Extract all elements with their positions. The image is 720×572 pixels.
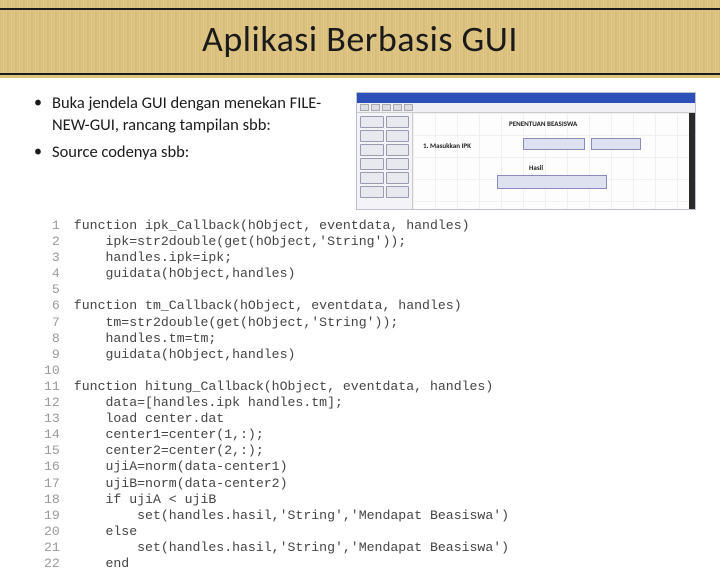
code-line: center2=center(2,:); (74, 443, 688, 459)
content-row: Buka jendela GUI dengan menekan FILE-NEW… (0, 78, 720, 218)
palette-item-icon (386, 158, 410, 170)
palette-item-icon (386, 144, 410, 156)
toolbar-button-icon (404, 104, 413, 111)
code-line: load center.dat (74, 411, 688, 427)
code-line (74, 282, 688, 298)
line-number: 7 (44, 315, 60, 331)
palette-item-icon (386, 186, 410, 198)
line-number: 10 (44, 363, 60, 379)
slide-title: Aplikasi Berbasis GUI (202, 17, 518, 61)
line-number: 4 (44, 266, 60, 282)
code-line: ujiA=norm(data-center1) (74, 459, 688, 475)
gui-canvas: PENENTUAN BEASISWA 1. Masukkan IPK Hasil (413, 113, 695, 209)
code-line: tm=str2double(get(hObject,'String')); (74, 315, 688, 331)
palette-item-icon (360, 172, 384, 184)
line-number: 14 (44, 427, 60, 443)
palette-item-icon (360, 116, 384, 128)
code-block: 12345678910111213141516171819202122 func… (0, 218, 720, 572)
code-line: guidata(hObject,handles) (74, 266, 688, 282)
line-number-gutter: 12345678910111213141516171819202122 (44, 218, 74, 572)
line-number: 1 (44, 218, 60, 234)
code-line: set(handles.hasil,'String','Mendapat Bea… (74, 508, 688, 524)
line-number: 22 (44, 556, 60, 572)
code-line: ujiB=norm(data-center2) (74, 476, 688, 492)
code-line: handles.tm=tm; (74, 331, 688, 347)
gui-component-palette (357, 113, 413, 209)
gui-output-field (497, 175, 607, 189)
line-number: 18 (44, 492, 60, 508)
bullet-item: Source codenya sbb: (34, 141, 344, 163)
line-number: 5 (44, 282, 60, 298)
gui-button-label: Hasil (529, 163, 543, 172)
palette-item-icon (386, 116, 410, 128)
toolbar-button-icon (382, 104, 391, 111)
gui-screenshot: PENENTUAN BEASISWA 1. Masukkan IPK Hasil (356, 92, 696, 210)
code-line: set(handles.hasil,'String','Mendapat Bea… (74, 540, 688, 556)
palette-item-icon (386, 130, 410, 142)
code-line: if ujiA < ujiB (74, 492, 688, 508)
toolbar-button-icon (393, 104, 402, 111)
gui-toolbar (357, 103, 695, 113)
line-number: 9 (44, 347, 60, 363)
toolbar-button-icon (371, 104, 380, 111)
line-number: 20 (44, 524, 60, 540)
line-number: 21 (44, 540, 60, 556)
code-line: ipk=str2double(get(hObject,'String')); (74, 234, 688, 250)
code-line: function hitung_Callback(hObject, eventd… (74, 379, 688, 395)
bullet-item: Buka jendela GUI dengan menekan FILE-NEW… (34, 92, 344, 137)
gui-window-titlebar (357, 93, 695, 103)
code-line: function tm_Callback(hObject, eventdata,… (74, 298, 688, 314)
line-number: 3 (44, 250, 60, 266)
palette-item-icon (360, 130, 384, 142)
code-line: end (74, 556, 688, 572)
palette-item-icon (360, 186, 384, 198)
gui-input-field (523, 138, 585, 150)
gui-input-field (591, 138, 641, 150)
title-band: Aplikasi Berbasis GUI (0, 0, 720, 78)
line-number: 2 (44, 234, 60, 250)
code-line: else (74, 524, 688, 540)
gui-row-label: 1. Masukkan IPK (423, 141, 471, 150)
code-line: handles.ipk=ipk; (74, 250, 688, 266)
code-line: guidata(hObject,handles) (74, 347, 688, 363)
line-number: 17 (44, 476, 60, 492)
gui-body: PENENTUAN BEASISWA 1. Masukkan IPK Hasil (357, 113, 695, 209)
code-line: function ipk_Callback(hObject, eventdata… (74, 218, 688, 234)
bullet-list: Buka jendela GUI dengan menekan FILE-NEW… (34, 92, 344, 210)
toolbar-button-icon (360, 104, 369, 111)
palette-item-icon (360, 158, 384, 170)
line-number: 13 (44, 411, 60, 427)
line-number: 8 (44, 331, 60, 347)
line-number: 19 (44, 508, 60, 524)
code-line: center1=center(1,:); (74, 427, 688, 443)
line-number: 11 (44, 379, 60, 395)
line-number: 12 (44, 395, 60, 411)
code-line (74, 363, 688, 379)
line-number: 16 (44, 459, 60, 475)
palette-item-icon (386, 172, 410, 184)
line-number: 6 (44, 298, 60, 314)
line-number: 15 (44, 443, 60, 459)
code-line: data=[handles.ipk handles.tm]; (74, 395, 688, 411)
code-lines: function ipk_Callback(hObject, eventdata… (74, 218, 688, 572)
palette-item-icon (360, 144, 384, 156)
